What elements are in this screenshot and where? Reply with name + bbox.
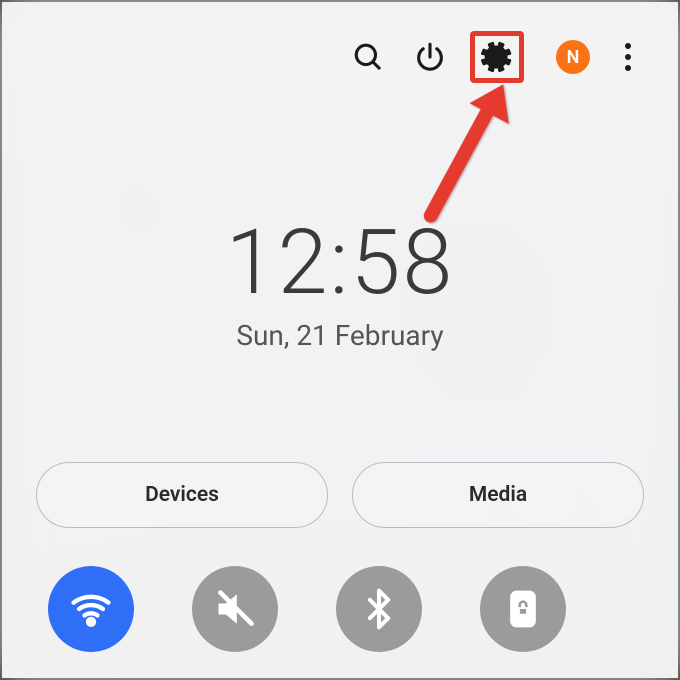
- search-icon[interactable]: [350, 39, 386, 75]
- devices-button[interactable]: Devices: [36, 462, 328, 528]
- mute-toggle[interactable]: [192, 566, 278, 652]
- avatar-letter: N: [567, 47, 580, 68]
- bluetooth-icon: [357, 587, 401, 631]
- annotation-arrow: [383, 70, 551, 230]
- clock-date: Sun, 21 February: [12, 319, 668, 352]
- power-icon[interactable]: [412, 39, 448, 75]
- quick-toggle-row: [12, 566, 668, 652]
- wifi-toggle[interactable]: [48, 566, 134, 652]
- clock-time: 12:58: [12, 210, 668, 315]
- rotation-lock-toggle[interactable]: [480, 566, 566, 652]
- panel-top-toolbar: N: [12, 2, 668, 80]
- bluetooth-toggle[interactable]: [336, 566, 422, 652]
- device-media-row: Devices Media: [12, 462, 668, 528]
- media-label: Media: [469, 483, 527, 507]
- rotation-lock-icon: [501, 587, 545, 631]
- wifi-icon: [69, 587, 113, 631]
- profile-avatar[interactable]: N: [556, 40, 590, 74]
- mute-icon: [213, 587, 257, 631]
- notification-panel: N 12:58 Sun, 21 February Devices Media: [2, 2, 678, 678]
- devices-label: Devices: [145, 483, 219, 507]
- media-button[interactable]: Media: [352, 462, 644, 528]
- gear-icon[interactable]: [479, 39, 515, 75]
- clock-widget: 12:58 Sun, 21 February: [12, 210, 668, 352]
- more-icon[interactable]: [610, 39, 646, 75]
